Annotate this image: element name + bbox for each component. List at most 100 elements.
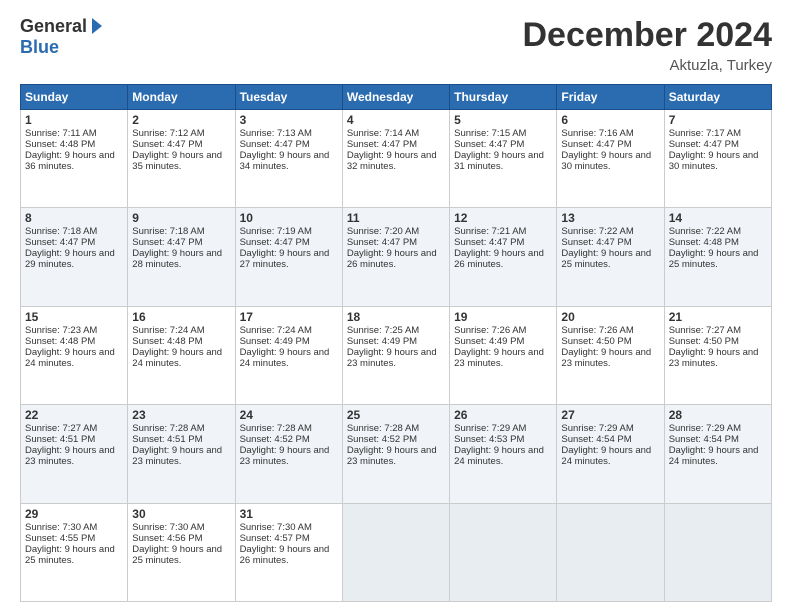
logo-blue: Blue	[20, 37, 59, 58]
day-number: 27	[561, 408, 659, 422]
calendar-header-thursday: Thursday	[450, 85, 557, 110]
daylight-text: Daylight: 9 hours and 23 minutes.	[25, 445, 115, 467]
sunset-text: Sunset: 4:48 PM	[25, 139, 95, 150]
calendar-cell: 20Sunrise: 7:26 AMSunset: 4:50 PMDayligh…	[557, 306, 664, 404]
sunrise-text: Sunrise: 7:20 AM	[347, 226, 419, 237]
sunset-text: Sunset: 4:47 PM	[25, 237, 95, 248]
sunset-text: Sunset: 4:51 PM	[25, 434, 95, 445]
daylight-text: Daylight: 9 hours and 26 minutes.	[454, 248, 544, 270]
day-number: 22	[25, 408, 123, 422]
sunset-text: Sunset: 4:47 PM	[132, 237, 202, 248]
calendar-cell: 26Sunrise: 7:29 AMSunset: 4:53 PMDayligh…	[450, 405, 557, 503]
day-number: 19	[454, 310, 552, 324]
sunrise-text: Sunrise: 7:24 AM	[240, 325, 312, 336]
sunrise-text: Sunrise: 7:26 AM	[561, 325, 633, 336]
calendar-cell	[557, 503, 664, 601]
calendar-cell: 15Sunrise: 7:23 AMSunset: 4:48 PMDayligh…	[21, 306, 128, 404]
daylight-text: Daylight: 9 hours and 23 minutes.	[347, 445, 437, 467]
calendar-cell: 31Sunrise: 7:30 AMSunset: 4:57 PMDayligh…	[235, 503, 342, 601]
day-number: 12	[454, 211, 552, 225]
day-number: 8	[25, 211, 123, 225]
calendar-cell: 14Sunrise: 7:22 AMSunset: 4:48 PMDayligh…	[664, 208, 771, 306]
sunset-text: Sunset: 4:47 PM	[669, 139, 739, 150]
day-number: 2	[132, 113, 230, 127]
calendar-header-wednesday: Wednesday	[342, 85, 449, 110]
day-number: 30	[132, 507, 230, 521]
sunrise-text: Sunrise: 7:25 AM	[347, 325, 419, 336]
sunrise-text: Sunrise: 7:29 AM	[561, 423, 633, 434]
sunrise-text: Sunrise: 7:18 AM	[132, 226, 204, 237]
calendar-cell: 6Sunrise: 7:16 AMSunset: 4:47 PMDaylight…	[557, 110, 664, 208]
day-number: 26	[454, 408, 552, 422]
calendar-table: SundayMondayTuesdayWednesdayThursdayFrid…	[20, 84, 772, 602]
calendar-cell: 13Sunrise: 7:22 AMSunset: 4:47 PMDayligh…	[557, 208, 664, 306]
daylight-text: Daylight: 9 hours and 26 minutes.	[347, 248, 437, 270]
sunset-text: Sunset: 4:47 PM	[454, 237, 524, 248]
sunset-text: Sunset: 4:49 PM	[454, 336, 524, 347]
daylight-text: Daylight: 9 hours and 25 minutes.	[132, 544, 222, 566]
sunset-text: Sunset: 4:47 PM	[240, 139, 310, 150]
sunrise-text: Sunrise: 7:30 AM	[240, 522, 312, 533]
sunset-text: Sunset: 4:47 PM	[347, 139, 417, 150]
day-number: 25	[347, 408, 445, 422]
sunrise-text: Sunrise: 7:17 AM	[669, 128, 741, 139]
daylight-text: Daylight: 9 hours and 23 minutes.	[240, 445, 330, 467]
daylight-text: Daylight: 9 hours and 35 minutes.	[132, 150, 222, 172]
sunrise-text: Sunrise: 7:11 AM	[25, 128, 97, 139]
sunset-text: Sunset: 4:53 PM	[454, 434, 524, 445]
sunrise-text: Sunrise: 7:21 AM	[454, 226, 526, 237]
day-number: 6	[561, 113, 659, 127]
daylight-text: Daylight: 9 hours and 34 minutes.	[240, 150, 330, 172]
sunrise-text: Sunrise: 7:29 AM	[669, 423, 741, 434]
daylight-text: Daylight: 9 hours and 23 minutes.	[561, 347, 651, 369]
calendar-cell: 24Sunrise: 7:28 AMSunset: 4:52 PMDayligh…	[235, 405, 342, 503]
sunrise-text: Sunrise: 7:30 AM	[25, 522, 97, 533]
sunset-text: Sunset: 4:49 PM	[240, 336, 310, 347]
logo-arrow-icon	[92, 18, 102, 34]
calendar-cell: 8Sunrise: 7:18 AMSunset: 4:47 PMDaylight…	[21, 208, 128, 306]
calendar-cell: 17Sunrise: 7:24 AMSunset: 4:49 PMDayligh…	[235, 306, 342, 404]
sunrise-text: Sunrise: 7:28 AM	[132, 423, 204, 434]
day-number: 29	[25, 507, 123, 521]
day-number: 4	[347, 113, 445, 127]
calendar-body: 1Sunrise: 7:11 AMSunset: 4:48 PM Daylight…	[21, 110, 772, 602]
sunrise-text: Sunrise: 7:15 AM	[454, 128, 526, 139]
daylight-text: Daylight: 9 hours and 25 minutes.	[561, 248, 651, 270]
daylight-text: Daylight: 9 hours and 29 minutes.	[25, 248, 115, 270]
day-number: 20	[561, 310, 659, 324]
daylight-text: Daylight: 9 hours and 24 minutes.	[669, 445, 759, 467]
day-number: 21	[669, 310, 767, 324]
page: General Blue December 2024 Aktuzla, Turk…	[0, 0, 792, 612]
daylight-text: Daylight: 9 hours and 25 minutes.	[669, 248, 759, 270]
calendar-header-friday: Friday	[557, 85, 664, 110]
day-number: 28	[669, 408, 767, 422]
daylight-text: Daylight: 9 hours and 24 minutes.	[25, 347, 115, 369]
daylight-text: Daylight: 9 hours and 31 minutes.	[454, 150, 544, 172]
sunset-text: Sunset: 4:54 PM	[669, 434, 739, 445]
calendar-header-sunday: Sunday	[21, 85, 128, 110]
daylight-text: Daylight: 9 hours and 23 minutes.	[347, 347, 437, 369]
calendar-cell: 9Sunrise: 7:18 AMSunset: 4:47 PMDaylight…	[128, 208, 235, 306]
calendar-cell: 16Sunrise: 7:24 AMSunset: 4:48 PMDayligh…	[128, 306, 235, 404]
calendar-week-row: 8Sunrise: 7:18 AMSunset: 4:47 PMDaylight…	[21, 208, 772, 306]
day-number: 9	[132, 211, 230, 225]
calendar-cell: 28Sunrise: 7:29 AMSunset: 4:54 PMDayligh…	[664, 405, 771, 503]
calendar-cell: 21Sunrise: 7:27 AMSunset: 4:50 PMDayligh…	[664, 306, 771, 404]
calendar-cell: 22Sunrise: 7:27 AMSunset: 4:51 PMDayligh…	[21, 405, 128, 503]
calendar-cell: 11Sunrise: 7:20 AMSunset: 4:47 PMDayligh…	[342, 208, 449, 306]
daylight-text: Daylight: 9 hours and 27 minutes.	[240, 248, 330, 270]
sunrise-text: Sunrise: 7:22 AM	[561, 226, 633, 237]
calendar-cell: 2Sunrise: 7:12 AMSunset: 4:47 PMDaylight…	[128, 110, 235, 208]
day-number: 31	[240, 507, 338, 521]
daylight-text: Daylight: 9 hours and 28 minutes.	[132, 248, 222, 270]
calendar-cell	[450, 503, 557, 601]
day-number: 1	[25, 113, 123, 127]
daylight-text: Daylight: 9 hours and 26 minutes.	[240, 544, 330, 566]
sunset-text: Sunset: 4:47 PM	[454, 139, 524, 150]
sunrise-text: Sunrise: 7:19 AM	[240, 226, 312, 237]
sunrise-text: Sunrise: 7:29 AM	[454, 423, 526, 434]
sunrise-text: Sunrise: 7:26 AM	[454, 325, 526, 336]
calendar-cell	[664, 503, 771, 601]
daylight-text: Daylight: 9 hours and 24 minutes.	[132, 347, 222, 369]
sunrise-text: Sunrise: 7:14 AM	[347, 128, 419, 139]
